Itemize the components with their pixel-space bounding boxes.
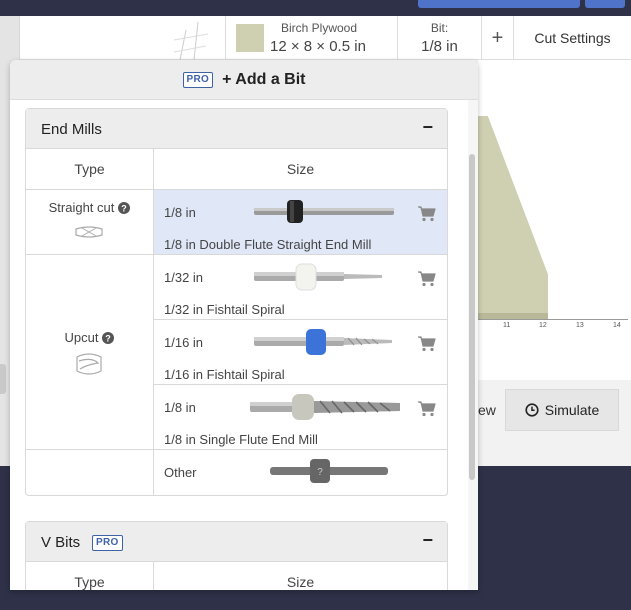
type-upcut-label: Upcut — [64, 330, 99, 345]
bit-row[interactable]: 1/16 in 1/16 in Fishtail Spiral — [154, 320, 447, 385]
modal-header: PRO + Add a Bit — [10, 60, 478, 100]
bit-size: 1/16 in — [164, 335, 204, 350]
bit-name: 1/32 in Fishtail Spiral — [164, 302, 285, 317]
ruler-tick: 11 — [503, 322, 511, 329]
single-flute-bit-image — [250, 394, 400, 420]
material-bar: Birch Plywood 12 × 8 × 0.5 in Bit: 1/8 i… — [20, 16, 631, 60]
size-column-header: Size — [154, 562, 447, 590]
bit-selector-label: Bit: — [430, 21, 449, 35]
type-upcut: Upcut ? — [26, 255, 153, 450]
top-action-button[interactable] — [418, 0, 580, 8]
ruler-tick: 13 — [576, 322, 584, 329]
material-selector[interactable]: Birch Plywood 12 × 8 × 0.5 in — [225, 16, 397, 60]
add-bit-button[interactable]: + — [481, 16, 513, 60]
end-mills-title: End Mills — [41, 121, 102, 138]
pro-badge: PRO — [182, 71, 214, 88]
bit-selector[interactable]: Bit: 1/8 in — [397, 16, 481, 60]
modal-scroll-body[interactable]: End Mills − Type Size Straight cut ? Upc… — [10, 100, 468, 590]
type-column-header: Type — [26, 149, 153, 190]
pro-badge: PRO — [92, 535, 123, 551]
top-menu-button[interactable] — [585, 0, 625, 8]
bit-size: 1/32 in — [164, 270, 204, 285]
unknown-bit-icon: ? — [270, 459, 388, 483]
size-column-header: Size — [154, 149, 447, 190]
preview-button[interactable]: ew — [478, 402, 496, 418]
bit-row[interactable]: 1/8 in 1/8 in Double Flute Straight End … — [154, 190, 447, 255]
straight-cut-icon — [75, 226, 103, 238]
end-mills-section: End Mills − Type Size Straight cut ? Upc… — [25, 108, 448, 496]
ruler — [478, 319, 628, 320]
fishtail-bit-image — [254, 329, 392, 355]
type-straight-cut-label: Straight cut — [48, 200, 115, 215]
column-divider — [153, 562, 154, 590]
bit-name: 1/8 in Single Flute End Mill — [164, 432, 318, 447]
bit-row[interactable]: 1/32 in 1/32 in Fishtail Spiral — [154, 255, 447, 320]
clock-icon — [525, 403, 539, 417]
bit-size: 1/8 in — [164, 400, 196, 415]
type-upcut-row: Upcut ? — [26, 330, 153, 345]
fishtail-bit-image — [254, 263, 382, 291]
type-column-header: Type — [26, 562, 153, 590]
collapse-icon[interactable]: − — [422, 530, 433, 551]
help-icon[interactable]: ? — [102, 331, 115, 344]
cart-icon[interactable] — [418, 401, 436, 417]
canvas-grid-corner — [173, 21, 209, 60]
straight-bit-image — [254, 200, 394, 223]
cart-icon[interactable] — [418, 206, 436, 222]
end-mills-header[interactable]: End Mills − — [26, 109, 447, 149]
type-straight-cut-row: Straight cut ? — [26, 200, 153, 215]
cut-settings-button[interactable]: Cut Settings — [513, 16, 631, 60]
scrollbar-thumb[interactable] — [469, 154, 475, 480]
help-icon[interactable]: ? — [118, 201, 131, 214]
bit-selector-value: 1/8 in — [421, 38, 458, 55]
v-bits-title: V Bits — [41, 534, 81, 551]
cart-icon[interactable] — [418, 336, 436, 352]
add-bit-modal: PRO + Add a Bit End Mills − Type Size St… — [10, 60, 478, 590]
bit-size: Other — [164, 465, 197, 480]
type-other — [26, 450, 153, 495]
collapse-icon[interactable]: − — [422, 117, 433, 138]
simulate-label: Simulate — [544, 402, 600, 418]
bit-row[interactable]: 1/8 in 1/8 in Single Flute End Mill — [154, 385, 447, 450]
add-bit-title[interactable]: + Add a Bit — [222, 71, 305, 89]
v-bits-header[interactable]: V Bits PRO − — [26, 522, 447, 562]
ruler-tick: 12 — [539, 322, 547, 329]
svg-text:?: ? — [122, 203, 128, 213]
ruler-tick: 14 — [613, 322, 621, 329]
material-dimensions: 12 × 8 × 0.5 in — [270, 38, 366, 55]
left-panel-tab[interactable] — [0, 364, 6, 394]
bit-name: 1/16 in Fishtail Spiral — [164, 367, 285, 382]
svg-text:?: ? — [317, 467, 323, 478]
bit-name: 1/8 in Double Flute Straight End Mill — [164, 237, 372, 252]
upcut-icon — [76, 353, 102, 375]
material-swatch — [236, 24, 264, 52]
bit-row-other[interactable]: Other ? — [154, 450, 447, 495]
bit-size: 1/8 in — [164, 205, 196, 220]
simulate-button[interactable]: Simulate — [505, 389, 619, 431]
material-name: Birch Plywood — [281, 21, 358, 35]
type-straight-cut: Straight cut ? — [26, 190, 153, 255]
cart-icon[interactable] — [418, 271, 436, 287]
v-bits-section: V Bits PRO − Type Size — [25, 521, 448, 590]
svg-text:?: ? — [106, 333, 112, 343]
